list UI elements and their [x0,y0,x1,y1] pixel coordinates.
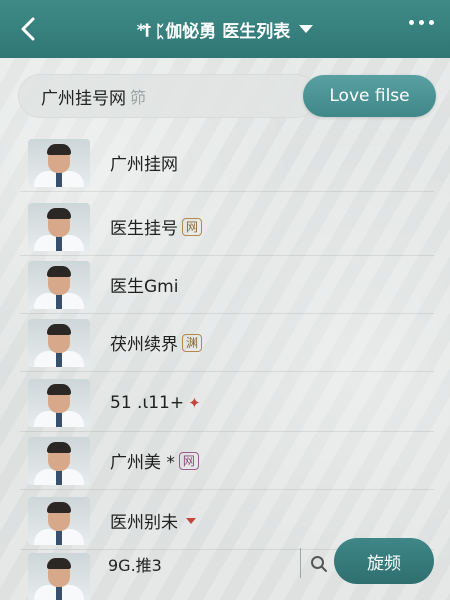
doctor-tag: 网 [182,217,202,236]
search-icon[interactable] [310,555,328,573]
top-app-bar: *† ᛈ伽怭勇 医生列表 [0,0,450,58]
doctor-name: 茯州续界 [110,335,178,355]
doctor-avatar [28,138,90,187]
search-input[interactable]: 广州挂号网 笷 [18,74,318,118]
bottom-search-input[interactable]: 9G.推3 [100,550,300,578]
title-glyph: *† [136,19,151,39]
doctor-name: 51 .ι11+ [110,392,185,413]
bottom-search-bar: 9G.推3 旋频 [28,538,438,586]
doctor-avatar [28,496,90,545]
divider [300,548,301,578]
dot-icon [419,20,424,25]
doctor-name: 医生挂号 [110,219,178,239]
dot-icon [409,20,414,25]
sparkle-icon: ✦ [188,393,201,412]
bottom-input-value: 9G.推3 [108,556,162,575]
doctor-name: 医生Gmi [110,277,179,297]
title-dropdown[interactable]: *† ᛈ伽怭勇 医生列表 [137,17,314,42]
doctor-name: 医州别未 [110,513,178,533]
search-value: 广州挂号网 [41,88,126,109]
caret-down-icon [186,517,196,524]
search-hint: 笷 [130,88,147,107]
more-options-button[interactable] [409,20,434,25]
dot-icon [429,20,434,25]
doctor-tag: 渊 [182,333,202,352]
doctor-name: 广州美 * [110,453,175,473]
doctor-avatar [28,436,90,485]
doctor-row[interactable]: 广州挂网 [20,134,434,192]
doctor-avatar [28,378,90,427]
caret-down-icon [299,25,314,33]
back-button[interactable] [14,14,42,44]
doctor-avatar [28,202,90,251]
doctor-avatar [28,260,90,309]
chevron-left-icon [21,17,35,41]
filter-button[interactable]: Love filse [303,75,436,117]
doctor-row[interactable]: 医生Gmi [20,256,434,314]
doctor-row[interactable]: 茯州续界 渊 [20,314,434,372]
doctor-row[interactable]: 51 .ι11+ ✦ [20,374,434,432]
page-title: 医生列表 [222,21,291,42]
doctor-tag: 网 [178,451,199,470]
doctor-name: 广州挂网 [110,155,178,175]
doctor-row[interactable]: 广州美 * 网 [20,432,434,490]
submit-button[interactable]: 旋频 [334,538,434,584]
doctor-avatar [28,318,90,367]
doctor-row[interactable]: 医生挂号 网 [20,198,434,256]
title-prefix: ᛈ伽怭勇 [155,21,217,42]
